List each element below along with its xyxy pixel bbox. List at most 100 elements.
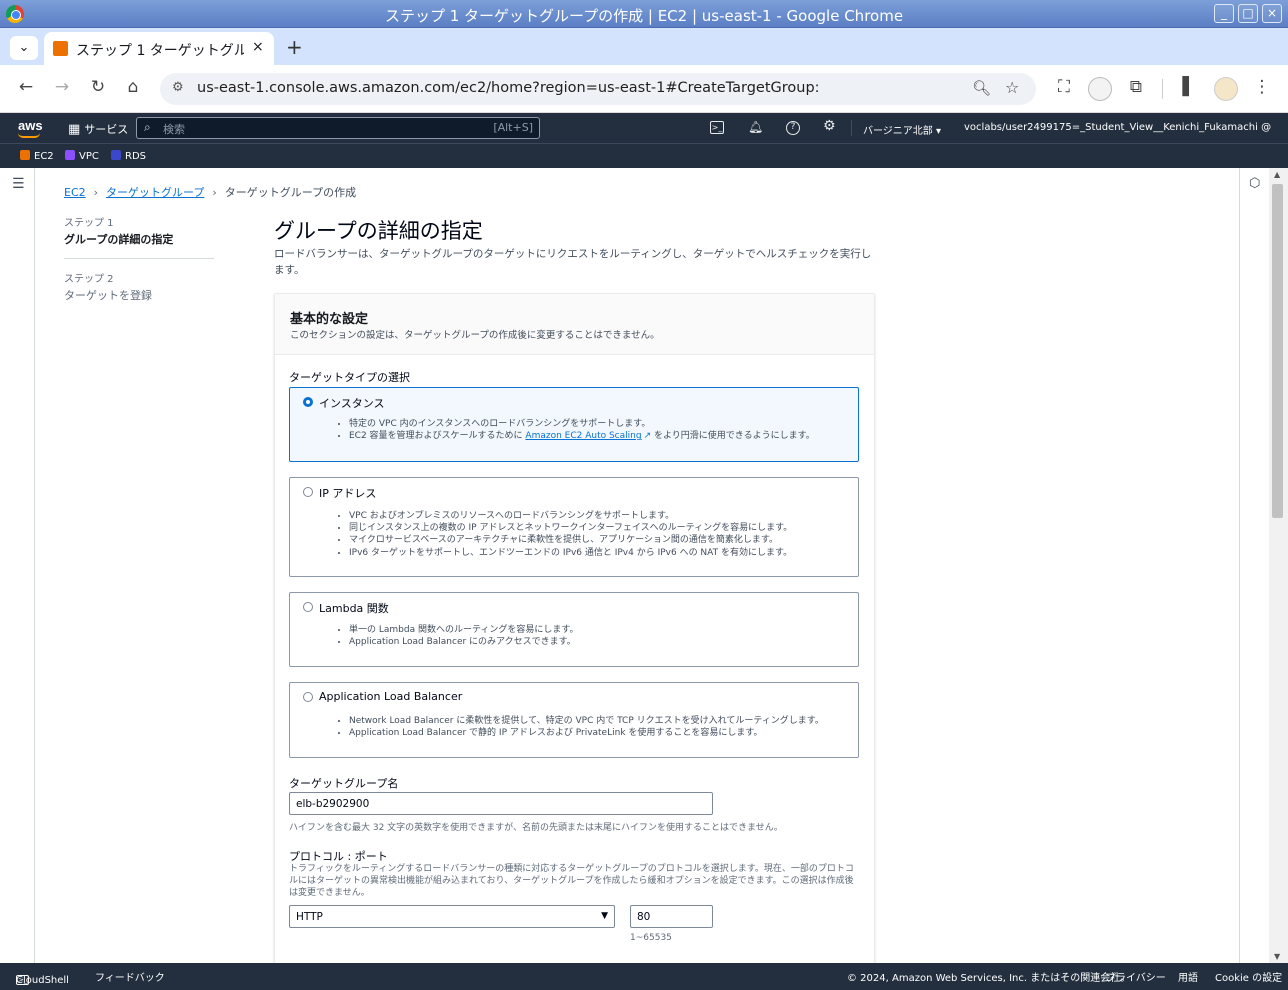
account-menu[interactable]: voclabs/user2499175=_Student_View__Kenic… — [964, 122, 1274, 133]
menu-kebab-icon[interactable]: ⋮ — [1250, 77, 1274, 97]
zoom-icon[interactable]: 🔍︎ — [972, 79, 991, 97]
info-panel-icon[interactable]: ⬡ — [1249, 176, 1260, 191]
extensions-icon[interactable]: ⧉ — [1124, 77, 1148, 97]
chevron-right-icon: › — [93, 186, 99, 199]
target-group-name-hint: ハイフンを含む最大 32 文字の英数字を使用できますが、名前の先頭または末尾にハ… — [289, 823, 783, 833]
target-type-alb-option[interactable]: Application Load Balancer Network Load B… — [289, 682, 859, 758]
favorite-vpc[interactable]: VPC — [65, 150, 99, 162]
aws-logo[interactable]: aws — [18, 118, 43, 138]
search-icon: ⌕ — [144, 120, 151, 134]
profile-avatar-icon[interactable] — [1088, 77, 1112, 101]
option-title: インスタンス — [319, 397, 385, 410]
chevron-right-icon: › — [212, 186, 217, 199]
cloudshell-icon[interactable]: >_ — [710, 121, 724, 134]
favorites-bar: EC2 VPC RDS — [0, 143, 1288, 168]
target-type-instance-option[interactable]: インスタンス 特定の VPC 内のインスタンスへのロードバランシングをサポートし… — [289, 387, 859, 462]
reload-icon[interactable]: ↻ — [86, 77, 110, 97]
services-menu-button[interactable]: ▦ サービス — [68, 121, 128, 137]
ip-radio[interactable] — [303, 487, 313, 497]
panel-heading: 基本的な設定 — [290, 312, 369, 327]
home-icon[interactable]: ⌂ — [121, 77, 145, 97]
breadcrumb-current: ターゲットグループの作成 — [224, 186, 357, 199]
scroll-down-icon[interactable]: ▼ — [1274, 952, 1280, 961]
help-icon[interactable]: ? — [786, 121, 800, 135]
region-selector[interactable]: バージニア北部 ▾ — [863, 122, 941, 137]
target-type-ip-option[interactable]: IP アドレス VPC およびオンプレミスのリソースへのロードバランシングをサポ… — [289, 477, 859, 577]
option-bullets: VPC およびオンプレミスのリソースへのロードバランシングをサポートします。 同… — [349, 510, 792, 559]
close-window-button[interactable]: × — [1262, 4, 1282, 23]
search-placeholder: 検索 — [163, 123, 185, 136]
target-group-name-label: ターゲットグループ名 — [289, 777, 399, 790]
hamburger-menu-icon[interactable]: ☰ — [12, 176, 25, 192]
tab-close-icon[interactable]: × — [252, 39, 264, 55]
bullet-item: Application Load Balancer にのみアクセスできます。 — [349, 636, 579, 648]
page-scrollbar[interactable]: ▲ ▼ — [1269, 168, 1288, 963]
cookie-settings-link[interactable]: Cookie の設定 — [1215, 969, 1282, 984]
window-titlebar: ステップ 1 ターゲットグループの作成 | EC2 | us-east-1 - … — [0, 0, 1288, 28]
bullet-item: マイクロサービスベースのアーキテクチャに柔軟性を提供し、アプリケーション間の通信… — [349, 534, 792, 546]
aws-logo-text: aws — [18, 118, 43, 133]
instance-radio[interactable] — [303, 397, 313, 407]
auto-scaling-link[interactable]: Amazon EC2 Auto Scaling — [525, 431, 641, 441]
console-search-input[interactable]: ⌕ 検索 [Alt+S] — [136, 117, 540, 139]
panel-header: 基本的な設定 このセクションの設定は、ターゲットグループの作成後に変更することは… — [275, 294, 874, 355]
option-bullets: 単一の Lambda 関数へのルーティングを容易にします。 Applicatio… — [349, 624, 579, 648]
step-2-name[interactable]: ターゲットを登録 — [64, 287, 152, 303]
favorite-ec2[interactable]: EC2 — [20, 150, 54, 162]
services-label: サービス — [84, 123, 129, 136]
option-title: Application Load Balancer — [319, 690, 463, 703]
notifications-bell-icon[interactable]: 🔔︎ — [748, 120, 763, 134]
external-link-icon: ↗ — [643, 431, 652, 442]
breadcrumb-ec2-link[interactable]: EC2 — [64, 186, 86, 199]
target-type-lambda-option[interactable]: Lambda 関数 単一の Lambda 関数へのルーティングを容易にします。 … — [289, 592, 859, 667]
browser-toolbar: ← → ↻ ⌂ ⚙ us-east-1.console.aws.amazon.c… — [0, 65, 1288, 113]
breadcrumb: EC2 › ターゲットグループ › ターゲットグループの作成 — [64, 184, 356, 200]
side-panel-icon[interactable]: ▌ — [1177, 77, 1201, 97]
account-avatar-icon[interactable] — [1214, 77, 1238, 101]
favorite-rds[interactable]: RDS — [111, 150, 146, 162]
scroll-up-icon[interactable]: ▲ — [1274, 170, 1280, 179]
bookmark-star-icon[interactable]: ☆ — [1005, 78, 1019, 97]
maximize-button[interactable]: □ — [1238, 4, 1258, 23]
step-2-label: ステップ 2 — [64, 274, 114, 285]
privacy-link[interactable]: プライバシー — [1106, 969, 1166, 984]
address-bar[interactable]: ⚙ us-east-1.console.aws.amazon.com/ec2/h… — [160, 73, 1036, 105]
target-type-label: ターゲットタイプの選択 — [289, 371, 410, 384]
terms-link[interactable]: 用語 — [1178, 969, 1198, 984]
site-info-icon[interactable]: ⚙ — [172, 80, 184, 95]
bullet-item: 単一の Lambda 関数へのルーティングを容易にします。 — [349, 624, 579, 636]
target-group-name-input[interactable]: elb-b2902900 — [289, 792, 713, 815]
bullet-item: Network Load Balancer に柔軟性を提供して、特定の VPC … — [349, 715, 824, 727]
alb-radio[interactable] — [303, 692, 313, 702]
forward-icon[interactable]: → — [50, 77, 74, 97]
aws-top-nav: aws ▦ サービス ⌕ 検索 [Alt+S] >_ 🔔︎ ? ⚙ バージニア北部… — [0, 113, 1288, 143]
aws-smile-icon — [18, 133, 40, 138]
back-icon[interactable]: ← — [14, 77, 38, 97]
bullet-item: EC2 容量を管理およびスケールするために Amazon EC2 Auto Sc… — [349, 430, 815, 442]
breadcrumb-target-groups-link[interactable]: ターゲットグループ — [106, 186, 204, 199]
protocol-port-label: プロトコル : ポート — [289, 850, 388, 863]
browser-tab[interactable]: ステップ 1 ターゲットグループの作成 × — [44, 32, 274, 65]
console-footer: >_ CloudShell フィードバック © 2024, Amazon Web … — [0, 963, 1288, 990]
lambda-radio[interactable] — [303, 602, 313, 612]
page-title: グループの詳細の指定 — [274, 219, 483, 243]
settings-gear-icon[interactable]: ⚙ — [823, 118, 836, 134]
port-input[interactable]: 80 — [630, 905, 713, 928]
scrollbar-thumb[interactable] — [1272, 184, 1283, 518]
url-text[interactable]: us-east-1.console.aws.amazon.com/ec2/hom… — [197, 80, 820, 96]
minimize-button[interactable]: _ — [1214, 4, 1234, 23]
feedback-link[interactable]: フィードバック — [95, 969, 165, 984]
rds-service-icon — [111, 150, 121, 160]
step-divider — [64, 258, 214, 259]
tab-search-button[interactable]: ⌄ — [10, 36, 38, 60]
nav-divider — [851, 120, 852, 136]
search-shortcut: [Alt+S] — [493, 121, 533, 134]
protocol-select[interactable]: HTTP ▼ — [289, 905, 615, 928]
favorite-label: VPC — [79, 151, 99, 162]
tab-strip: ⌄ ステップ 1 ターゲットグループの作成 × + — [0, 28, 1288, 65]
bullet-item: VPC およびオンプレミスのリソースへのロードバランシングをサポートします。 — [349, 510, 792, 522]
new-tab-button[interactable]: + — [286, 35, 303, 59]
vpc-service-icon — [65, 150, 75, 160]
option-bullets: Network Load Balancer に柔軟性を提供して、特定の VPC … — [349, 715, 824, 739]
screen-capture-icon[interactable]: ⛶ — [1052, 77, 1076, 97]
